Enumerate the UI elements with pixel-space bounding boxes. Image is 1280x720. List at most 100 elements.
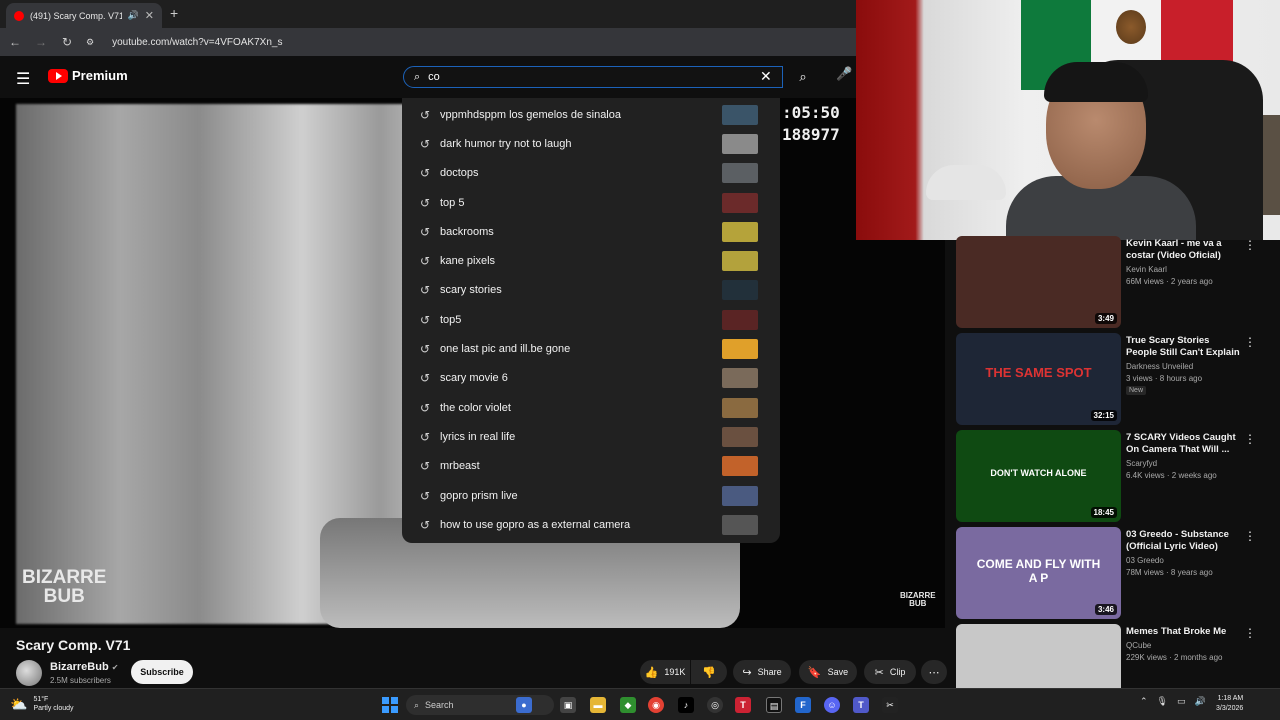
search-suggestion-item[interactable]: ↺ dark humor try not to laugh (402, 129, 780, 158)
scissors-icon: ✂ (874, 666, 884, 679)
capcut-icon[interactable]: ▤ (766, 697, 782, 713)
search-suggestion-item[interactable]: ↺ top5 (402, 305, 780, 334)
more-options-icon[interactable]: ⋮ (1244, 335, 1256, 349)
share-button[interactable]: ↪ Share (733, 660, 791, 684)
search-suggestion-item[interactable]: ↺ kane pixels (402, 246, 780, 275)
menu-icon[interactable]: ☰ (16, 69, 30, 89)
video-duration: 3:49 (1094, 313, 1117, 324)
recommended-channel[interactable]: Kevin Kaarl (1126, 265, 1167, 274)
recommended-title[interactable]: 03 Greedo - Substance (Official Lyric Vi… (1126, 529, 1241, 553)
search-suggestion-item[interactable]: ↺ scary stories (402, 276, 780, 305)
recommended-title[interactable]: Memes That Broke Me (1126, 626, 1241, 638)
hat (926, 165, 1006, 200)
channel-watermark: BIZARRE BUB (22, 568, 106, 606)
search-suggestion-item[interactable]: ↺ mrbeast (402, 452, 780, 481)
history-icon: ↺ (419, 488, 431, 503)
new-tab-button[interactable]: + (170, 5, 178, 21)
subscribe-button[interactable]: Subscribe (131, 660, 193, 684)
teams-icon[interactable]: T (853, 697, 869, 713)
app-icon[interactable]: ◆ (620, 697, 636, 713)
speaker-icon[interactable]: 🔊 (128, 10, 139, 21)
search-suggestion-item[interactable]: ↺ backrooms (402, 217, 780, 246)
recommended-video[interactable]: COME AND FLY WITH A P 3:46 03 Greedo - Sub… (956, 527, 1280, 619)
volume-icon[interactable]: 🔊 (1195, 696, 1206, 707)
webcam-overlay (856, 0, 1280, 240)
recommended-channel[interactable]: Darkness Unveiled (1126, 362, 1193, 371)
channel-watermark-small: BIZARRE BUB (900, 592, 936, 608)
recommended-title[interactable]: 7 SCARY Videos Caught On Camera That Wil… (1126, 432, 1241, 456)
tiktok-icon[interactable]: ♪ (678, 697, 694, 713)
recommended-video[interactable]: THE SAME SPOT 32:15 True Scary Stories Peo… (956, 333, 1280, 425)
more-options-icon[interactable]: ⋮ (1244, 432, 1256, 446)
recommended-video[interactable]: 3:49 Kevin Kaarl - me va a costar (Video … (956, 236, 1280, 328)
search-input[interactable]: ⌕ co (403, 66, 783, 88)
search-suggestion-item[interactable]: ↺ the color violet (402, 393, 780, 422)
browser-tab[interactable]: (491) Scary Comp. V71 - Yo 🔊 ✕ (6, 3, 162, 28)
channel-avatar[interactable] (16, 660, 42, 686)
discord-icon[interactable]: ☺ (824, 697, 840, 713)
suggestion-thumbnail (722, 163, 758, 184)
obs-icon[interactable]: ◎ (707, 697, 723, 713)
suggestion-label: vppmhdsppm los gemelos de sinaloa (440, 108, 621, 121)
search-suggestion-item[interactable]: ↺ scary movie 6 (402, 364, 780, 393)
recommended-channel[interactable]: QCube (1126, 641, 1151, 650)
video-thumbnail[interactable]: THE SAME SPOT 32:15 (956, 333, 1121, 425)
more-options-icon[interactable]: ⋮ (1244, 238, 1256, 252)
history-icon: ↺ (419, 224, 431, 239)
chrome-icon[interactable]: ◉ (648, 697, 664, 713)
thumbs-down-icon: 👎 (702, 666, 716, 679)
youtube-logo[interactable]: Premium (48, 68, 128, 83)
history-icon: ↺ (419, 254, 431, 269)
video-thumbnail[interactable]: DON'T WATCH ALONE 18:45 (956, 430, 1121, 522)
microphone-icon[interactable]: 🎤 (836, 66, 852, 82)
recommended-video[interactable]: DON'T WATCH ALONE 18:45 7 SCARY Videos Cau… (956, 430, 1280, 522)
search-suggestion-item[interactable]: ↺ top 5 (402, 188, 780, 217)
show-hidden-icon[interactable]: ⌃ (1140, 696, 1148, 707)
reload-icon[interactable]: ↻ (60, 35, 74, 49)
search-suggestion-item[interactable]: ↺ lyrics in real life (402, 422, 780, 451)
weather-widget[interactable]: ⛅ 51°F Partly cloudy (10, 695, 74, 713)
video-thumbnail[interactable]: COME AND FLY WITH A P 3:46 (956, 527, 1121, 619)
clear-search-icon[interactable]: ✕ (760, 68, 772, 85)
timer-line: :05:50 (782, 103, 840, 122)
address-bar-row: ← → ↻ ⚙ youtube.com/watch?v=4VFOAK7Xn_s (0, 28, 856, 56)
history-icon: ↺ (419, 107, 431, 122)
copilot-icon[interactable]: ● (516, 697, 532, 713)
forward-icon[interactable]: → (34, 35, 48, 49)
search-button[interactable]: ⌕ (788, 66, 818, 88)
clock[interactable]: 1:18 AM 3/3/2026 (1216, 694, 1243, 714)
history-icon: ↺ (419, 195, 431, 210)
more-options-icon[interactable]: ⋮ (1244, 626, 1256, 640)
recommended-channel[interactable]: 03 Greedo (1126, 556, 1164, 565)
like-button[interactable]: 👍 191K (640, 660, 690, 684)
recommended-channel[interactable]: Scaryfyd (1126, 459, 1157, 468)
close-tab-icon[interactable]: ✕ (145, 9, 154, 22)
site-info-icon[interactable]: ⚙ (86, 37, 94, 48)
search-suggestion-item[interactable]: ↺ how to use gopro as a external camera (402, 510, 780, 539)
search-suggestion-item[interactable]: ↺ vppmhdsppm los gemelos de sinaloa (402, 100, 780, 129)
search-suggestion-item[interactable]: ↺ doctops (402, 159, 780, 188)
video-thumbnail[interactable]: 3:49 (956, 236, 1121, 328)
search-suggestion-item[interactable]: ↺ one last pic and ill.be gone (402, 334, 780, 363)
search-suggestion-item[interactable]: ↺ gopro prism live (402, 481, 780, 510)
channel-name[interactable]: BizarreBub ✔ (50, 661, 118, 673)
app-f-icon[interactable]: F (795, 697, 811, 713)
url-field[interactable]: youtube.com/watch?v=4VFOAK7Xn_s (112, 37, 282, 48)
more-options-icon[interactable]: ⋮ (1244, 529, 1256, 543)
save-button[interactable]: 🔖 Save (799, 660, 857, 684)
bookmark-icon: 🔖 (807, 666, 822, 679)
more-actions-button[interactable]: ⋯ (921, 660, 947, 684)
back-icon[interactable]: ← (8, 35, 22, 49)
capcut-alt-icon[interactable]: ✂ (882, 697, 898, 713)
recommended-title[interactable]: Kevin Kaarl - me va a costar (Video Ofic… (1126, 238, 1241, 262)
clock-time: 1:18 AM (1217, 695, 1244, 702)
windows-start-icon[interactable] (382, 697, 398, 713)
dislike-button[interactable]: 👎 (691, 660, 727, 684)
task-view-icon[interactable]: ▣ (560, 697, 576, 713)
text-app-icon[interactable]: T (735, 697, 751, 713)
recommended-title[interactable]: True Scary Stories People Still Can't Ex… (1126, 335, 1241, 359)
mic-tray-icon[interactable]: 🎙 (1157, 696, 1168, 707)
clip-button[interactable]: ✂ Clip (864, 660, 916, 684)
network-icon[interactable]: ▭ (1177, 696, 1186, 707)
file-explorer-icon[interactable]: ▬ (590, 697, 606, 713)
